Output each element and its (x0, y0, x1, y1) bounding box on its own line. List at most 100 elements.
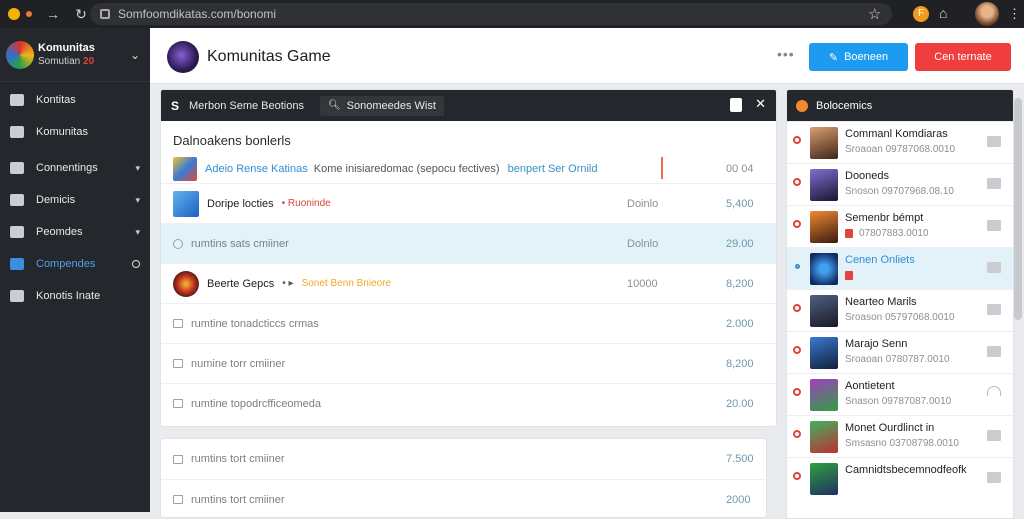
scrollbar[interactable] (1014, 98, 1022, 320)
status-dot-icon (793, 346, 801, 354)
item-name: Monet Ourdlinct in (845, 422, 935, 434)
caret-down-icon: ▾ (135, 194, 140, 205)
profile-avatar[interactable] (975, 2, 999, 26)
row-tag: • Ruoninde (281, 198, 331, 209)
sidebar-item-komunitas[interactable]: Komunitas (0, 116, 150, 148)
avatar (810, 463, 838, 495)
home-icon[interactable]: ⌂ (939, 5, 947, 21)
avatar (810, 127, 838, 159)
sidebar-item-connentings[interactable]: Connentings ▾ (0, 152, 150, 184)
row-name: Beerte Gepcs (207, 277, 275, 290)
reload-icon[interactable]: ↻ (74, 6, 88, 23)
item-name: Nearteo Marils (845, 296, 917, 308)
item-meta: 07807883.0010 (845, 228, 929, 239)
status-dot-icon (793, 472, 801, 480)
sidebar-item-label: Komunitas (36, 126, 88, 138)
avatar (810, 253, 838, 285)
card-icon[interactable] (987, 346, 1001, 357)
item-name: Marajo Senn (845, 338, 908, 350)
item-meta: Sroaoan 0780787.0010 (845, 354, 950, 365)
row-marker (661, 157, 663, 179)
status-dot-icon (793, 430, 801, 438)
red-action-button[interactable]: Cen ternate (915, 43, 1011, 71)
search-icon (10, 126, 24, 138)
list-item[interactable]: Monet Ourdlinct in Smsasno 03708798.0010 (787, 415, 1013, 457)
right-panel: Bolocemics Commanl Komdiaras Sroaoan 097… (786, 89, 1014, 519)
status-dot-icon (793, 304, 801, 312)
row-value: 2000 (726, 493, 751, 506)
sidebar-nav: Kontitas Komunitas Connentings ▾ Demicis ▾… (0, 84, 150, 312)
table-row[interactable]: Doripe locties • Ruoninde Doinlo 5,400 (161, 183, 776, 223)
table-row[interactable]: rumtins tort cmiiner 2000 (161, 479, 766, 517)
row-value: 00 04 (726, 163, 754, 175)
wave-icon[interactable] (987, 386, 1001, 396)
item-meta: Smsasno 03708798.0010 (845, 438, 959, 449)
browser-menu-icon[interactable]: ⋮ (1008, 6, 1021, 22)
table-row[interactable]: rumtine topodrcfficeomeda 20.00 (161, 383, 776, 423)
more-options-icon[interactable]: ••• (777, 46, 795, 62)
table-row[interactable]: rumtins sats cmiiner Dolnlo 29.00 (161, 223, 776, 263)
browser-logo-icon[interactable] (8, 8, 20, 20)
card-icon[interactable] (987, 430, 1001, 441)
list-item[interactable]: Aontietent Snason 09787087.0010 (787, 373, 1013, 415)
sidebar-item-kontitas[interactable]: Kontitas (0, 84, 150, 116)
lock-icon[interactable] (730, 98, 742, 112)
brand-header[interactable]: Komunitas Somutian 20 ⌄ (0, 28, 150, 82)
item-name: Commanl Komdiaras (845, 128, 948, 140)
table-row[interactable]: rumtine tonadcticcs crmas 2.000 (161, 303, 776, 343)
list-item[interactable]: Nearteo Marils Sroason 05797068.0010 (787, 289, 1013, 331)
sidebar-item-peomdes[interactable]: Peomdes ▾ (0, 216, 150, 248)
list-item[interactable]: Semenbr bémpt 07807883.0010 (787, 205, 1013, 247)
chevron-down-icon[interactable]: ⌄ (130, 48, 140, 62)
table-row[interactable]: numine torr cmiiner 8,200 (161, 343, 776, 383)
panel-search[interactable]: 🔍︎ Sonomeedes Wist (319, 95, 444, 116)
list-item[interactable]: Dooneds Snoson 09707968.08.10 (787, 163, 1013, 205)
secondary-panel: rumtins tort cmiiner 7.500 rumtins tort … (160, 438, 767, 518)
list-item[interactable]: Camnidtsbecemnodfeofk (787, 457, 1013, 499)
row-value: 20.00 (726, 397, 754, 410)
card-icon[interactable] (987, 136, 1001, 147)
row-status: Dolnlo (627, 237, 659, 250)
forward-icon[interactable]: → (46, 6, 60, 22)
row-value: 5,400 (726, 197, 754, 210)
sidebar-item-compendes[interactable]: Compendes (0, 248, 150, 280)
blue-action-label: Boeneen (844, 51, 889, 63)
document-icon (173, 319, 183, 328)
sidebar-item-label: Compendes (36, 258, 96, 270)
avatar (810, 169, 838, 201)
close-icon[interactable]: ✕ (755, 96, 766, 112)
row-value: 8,200 (726, 277, 754, 290)
bookmark-star-icon[interactable]: ☆ (868, 5, 881, 23)
settings-icon (10, 226, 24, 238)
panel-search-label: Sonomeedes Wist (346, 99, 436, 112)
extension-icon[interactable]: F (913, 6, 929, 22)
item-meta (845, 270, 859, 281)
row-value: 8,200 (726, 357, 754, 370)
address-bar[interactable]: Somfoomdikatas.com/bonomi (90, 3, 892, 25)
sidebar-item-konotis[interactable]: Konotis Inate (0, 280, 150, 312)
record-icon (26, 11, 32, 17)
card-icon[interactable] (987, 304, 1001, 315)
item-name: Semenbr bémpt (845, 212, 924, 224)
brand-name: Komunitas (38, 41, 95, 54)
table-row[interactable]: Beerte Gepcs • ▸ Sonet Benn Bnieore 1000… (161, 263, 776, 303)
table-row[interactable]: Adeio Rense Katinas Kome inisiaredomac (… (161, 155, 776, 183)
blue-action-button[interactable]: ✎ Boeneen (809, 43, 908, 71)
row-status: Doinlo (627, 197, 659, 210)
card-icon[interactable] (987, 220, 1001, 231)
list-item[interactable]: Marajo Senn Sroaoan 0780787.0010 (787, 331, 1013, 373)
list-item[interactable]: Cenen Onliets (787, 247, 1013, 289)
document-icon (173, 359, 183, 368)
right-panel-header: Bolocemics (787, 90, 1013, 121)
table-row[interactable]: rumtins tort cmiiner 7.500 (161, 439, 766, 479)
list-item[interactable]: Commanl Komdiaras Sroaoan 09787068.0010 (787, 121, 1013, 163)
avatar (810, 337, 838, 369)
card-icon[interactable] (987, 178, 1001, 189)
media-icon (10, 290, 24, 302)
search-icon: 🔍︎ (327, 100, 341, 111)
card-icon[interactable] (987, 472, 1001, 483)
sidebar-item-demicis[interactable]: Demicis ▾ (0, 184, 150, 216)
main-panel: S Merbon Seme Beotions 🔍︎ Sonomeedes Wist… (160, 89, 777, 427)
card-icon[interactable] (987, 262, 1001, 273)
row-name: Adeio Rense Katinas (205, 163, 308, 175)
